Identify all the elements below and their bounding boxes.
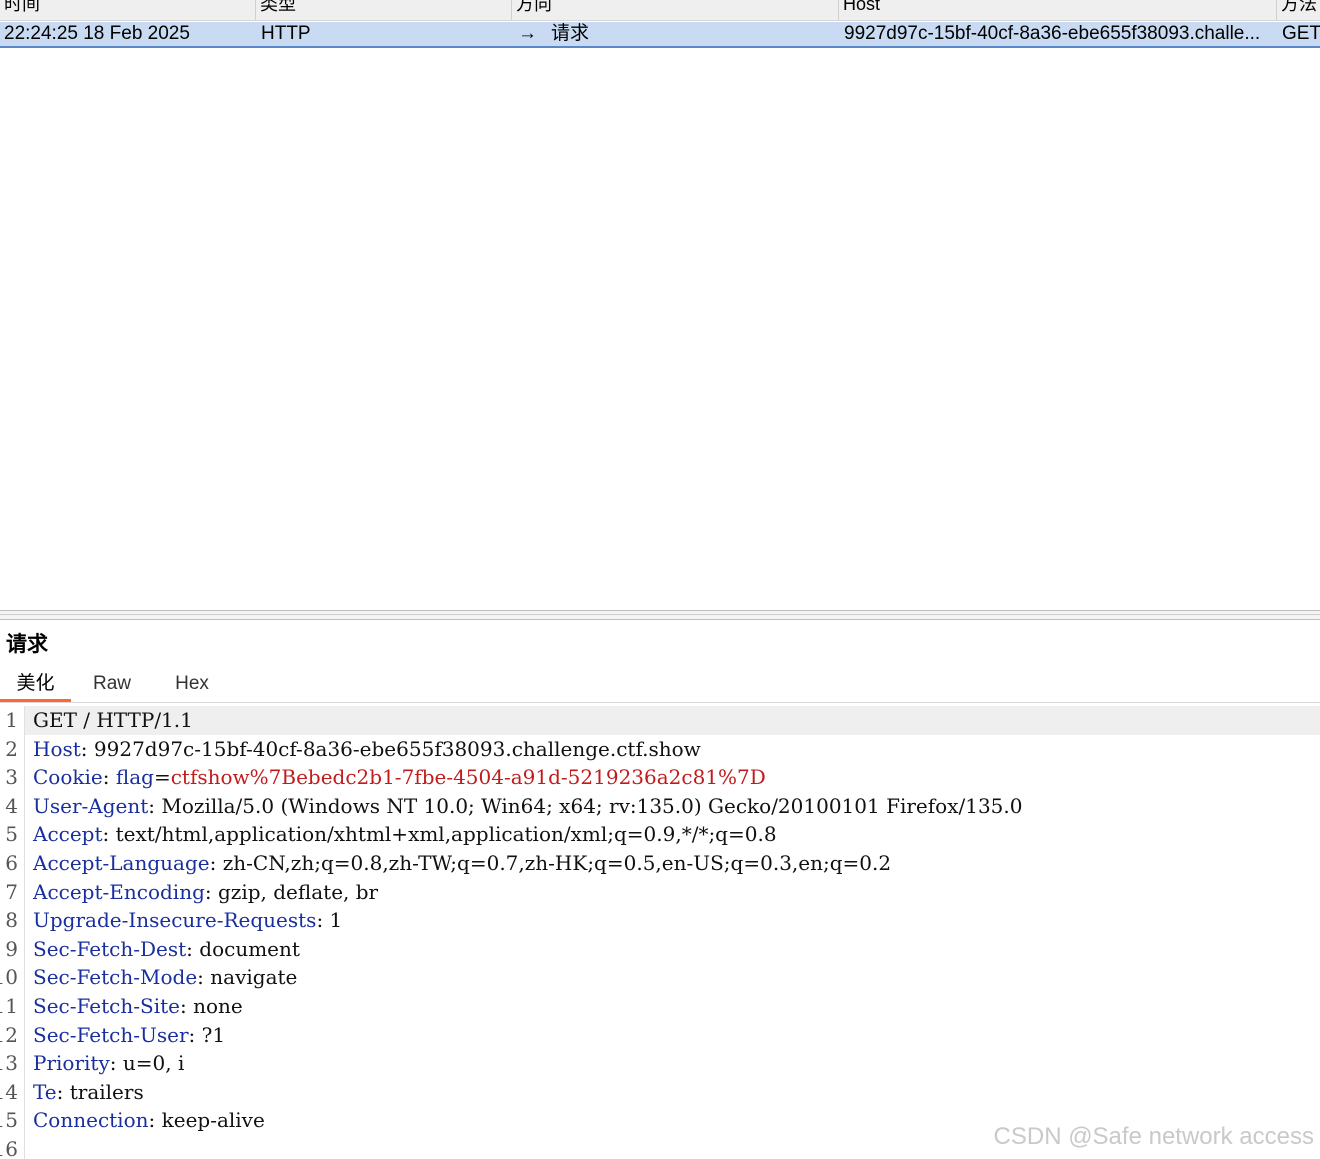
line-number: 6 (5, 851, 18, 875)
row-method: GET (1282, 23, 1320, 44)
code-line: 11 Sec-Fetch-Site: none (0, 992, 1320, 1021)
line-number: 8 (5, 908, 18, 933)
code-text: GET / HTTP/1.1 (25, 706, 1320, 735)
code-text: Accept-Language: zh-CN,zh;q=0.8,zh-TW;q=… (33, 851, 892, 875)
code-text: Priority: u=0, i (33, 1051, 185, 1076)
header-name: User-Agent (33, 793, 149, 818)
header-name: Sec-Fetch-Mode (33, 965, 198, 990)
header-value: keep-alive (161, 1108, 265, 1133)
header-value: trailers (69, 1079, 144, 1104)
header-name: Host (33, 736, 81, 761)
line-number: 5 (5, 822, 18, 847)
code-line: 14 Te: trailers (0, 1078, 1320, 1107)
request-line-text: GET / HTTP/1.1 (33, 708, 193, 732)
view-tabs: 美化 Raw Hex (0, 668, 1320, 703)
line-number: 10 (0, 965, 18, 990)
code-text: Sec-Fetch-User: ?1 (33, 1022, 226, 1047)
code-text: Upgrade-Insecure-Requests: 1 (33, 908, 343, 933)
code-text: Sec-Fetch-Dest: document (33, 936, 300, 961)
line-number: 9 (5, 936, 18, 961)
header-value: u=0, i (122, 1051, 185, 1076)
code-line: 6 Accept-Language: zh-CN,zh;q=0.8,zh-TW;q… (0, 849, 1320, 878)
header-value: Mozilla/5.0 (Windows NT 10.0; Win64; x64… (161, 793, 1023, 818)
line-number: 2 (5, 736, 18, 761)
header-name: Accept-Encoding (33, 879, 205, 904)
tab-pretty[interactable]: 美化 (0, 668, 71, 702)
code-line: 13 Priority: u=0, i (0, 1049, 1320, 1078)
row-host: 9927d97c-15bf-40cf-8a36-ebe655f38093.cha… (844, 23, 1261, 44)
panel-title: 请求 (6, 633, 48, 656)
code-line: 10 Sec-Fetch-Mode: navigate (0, 963, 1320, 992)
line-number: 3 (5, 765, 18, 790)
code-line: 8 Upgrade-Insecure-Requests: 1 (0, 906, 1320, 935)
code-line: 3 Cookie: flag=ctfshow%7Bebedc2b1-7fbe-45… (0, 763, 1320, 792)
header-value: ?1 (201, 1022, 226, 1047)
column-header-method[interactable]: 方法 (1277, 0, 1320, 20)
code-line: 12 Sec-Fetch-User: ?1 (0, 1021, 1320, 1050)
row-direction-label: 请求 (551, 23, 590, 44)
table-header: 时间 类型 方向 Host 方法 (0, 0, 1320, 21)
request-editor[interactable]: 1 GET / HTTP/1.1 2 Host: 9927d97c-15bf-40cf… (0, 706, 1320, 1159)
code-text: Te: trailers (33, 1079, 144, 1104)
header-name: Upgrade-Insecure-Requests (33, 908, 317, 933)
line-number: 16 (0, 1137, 18, 1159)
code-line: 1 GET / HTTP/1.1 (0, 706, 1320, 735)
header-value: text/html,application/xhtml+xml,applicat… (115, 822, 777, 847)
header-name: Te (33, 1079, 57, 1104)
pane-splitter[interactable] (0, 610, 1320, 620)
header-value: navigate (210, 965, 298, 990)
header-value: zh-CN,zh;q=0.8,zh-TW;q=0.7,zh-HK;q=0.5,e… (222, 851, 892, 875)
watermark: CSDN @Safe network access (993, 1123, 1314, 1150)
header-value: 9927d97c-15bf-40cf-8a36-ebe655f38093.cha… (93, 736, 701, 761)
code-text: User-Agent: Mozilla/5.0 (Windows NT 10.0… (33, 793, 1023, 818)
line-number: 1 (5, 708, 18, 732)
line-number: 12 (0, 1022, 18, 1047)
column-header-type[interactable]: 类型 (256, 0, 512, 20)
line-number: 14 (0, 1079, 18, 1104)
header-name: Sec-Fetch-User (33, 1022, 189, 1047)
line-number: 7 (5, 879, 18, 904)
row-time: 22:24:25 18 Feb 2025 (4, 23, 190, 44)
column-header-host[interactable]: Host (839, 0, 1277, 20)
header-value: 1 (329, 908, 343, 933)
header-name: Accept (33, 822, 103, 847)
header-value: gzip, deflate, br (218, 879, 379, 904)
line-number: 4 (5, 793, 18, 818)
row-type: HTTP (261, 23, 311, 44)
arrow-right-icon: → (518, 23, 537, 44)
tab-hex[interactable]: Hex (160, 668, 224, 702)
header-name: Sec-Fetch-Site (33, 994, 180, 1018)
code-line: 7 Accept-Encoding: gzip, deflate, br (0, 878, 1320, 907)
column-header-direction[interactable]: 方向 (512, 0, 839, 20)
cookie-value: ctfshow%7Bebedc2b1-7fbe-4504-a91d-521923… (170, 765, 766, 790)
row-direction: → 请求 (518, 22, 838, 46)
tab-raw[interactable]: Raw (80, 668, 144, 702)
column-header-time[interactable]: 时间 (0, 0, 256, 20)
code-line: 4 User-Agent: Mozilla/5.0 (Windows NT 10.… (0, 792, 1320, 821)
code-text: Cookie: flag=ctfshow%7Bebedc2b1-7fbe-450… (33, 765, 766, 790)
table-row[interactable]: 22:24:25 18 Feb 2025 HTTP → 请求 9927d97c-1… (0, 22, 1320, 48)
header-value: document (199, 936, 300, 961)
code-line: 9 Sec-Fetch-Dest: document (0, 935, 1320, 964)
header-name: Accept-Language (33, 851, 210, 875)
line-number: 11 (0, 994, 18, 1018)
code-text: Accept: text/html,application/xhtml+xml,… (33, 822, 777, 847)
code-text: Sec-Fetch-Site: none (33, 994, 243, 1018)
header-name: Cookie (33, 765, 103, 790)
header-value: none (193, 994, 243, 1018)
code-text: Accept-Encoding: gzip, deflate, br (33, 879, 379, 904)
code-text: Host: 9927d97c-15bf-40cf-8a36-ebe655f380… (33, 736, 701, 761)
cookie-name: flag (115, 765, 154, 790)
code-line: 5 Accept: text/html,application/xhtml+xml… (0, 820, 1320, 849)
header-name: Priority (33, 1051, 110, 1076)
header-name: Sec-Fetch-Dest (33, 936, 187, 961)
line-number: 13 (0, 1051, 18, 1076)
header-name: Connection (33, 1108, 149, 1133)
code-line: 2 Host: 9927d97c-15bf-40cf-8a36-ebe655f38… (0, 735, 1320, 764)
line-number: 15 (0, 1108, 18, 1133)
code-text: Sec-Fetch-Mode: navigate (33, 965, 298, 990)
